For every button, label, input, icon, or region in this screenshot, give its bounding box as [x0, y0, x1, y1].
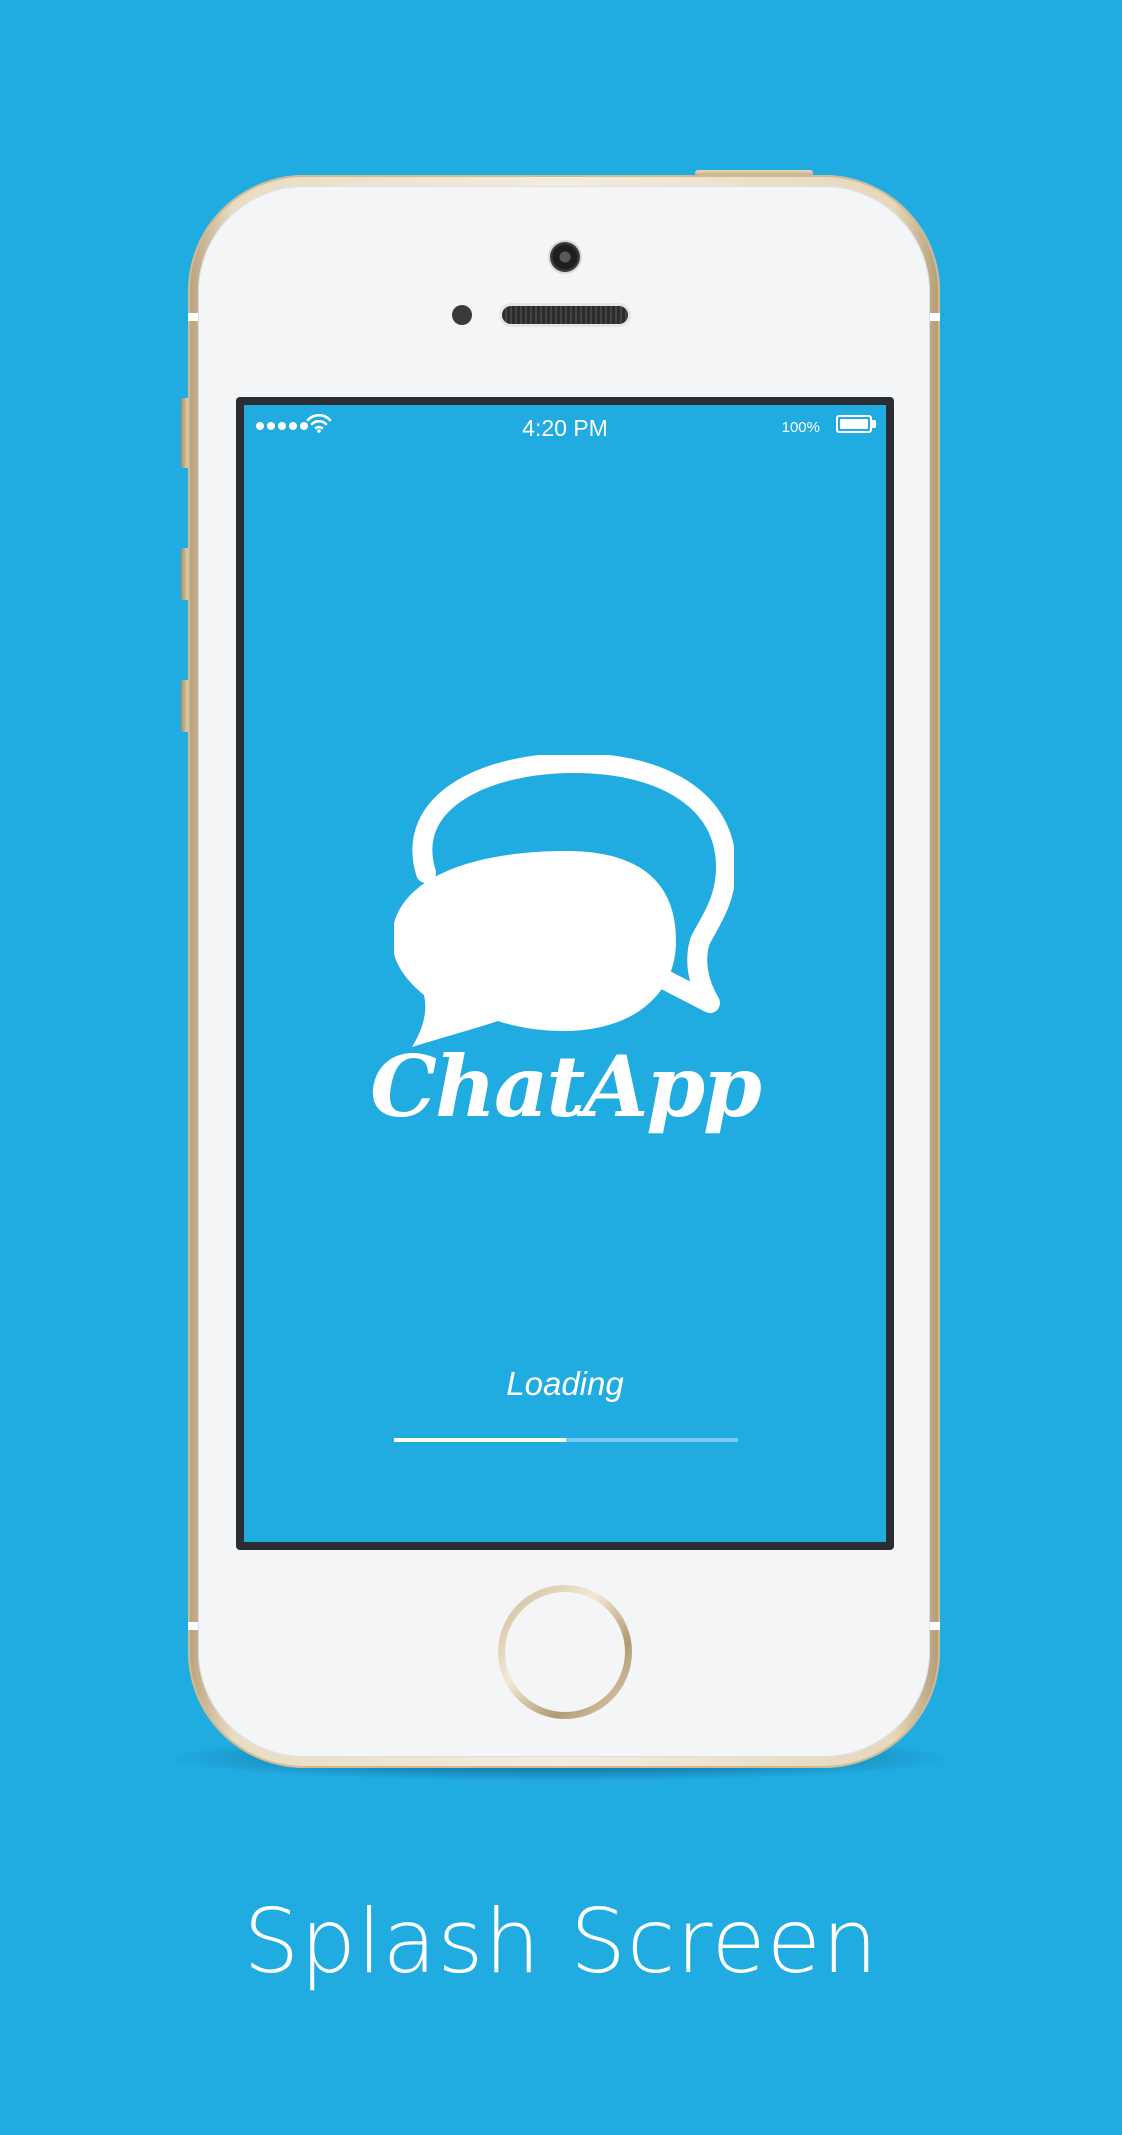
chat-bubbles-icon: [394, 755, 734, 1047]
page-caption: Splash Screen: [243, 1890, 879, 1993]
splash-screen: 4:20 PM 100% ChatApp Loading: [244, 405, 886, 1542]
earpiece-speaker: [502, 306, 628, 324]
battery-icon: [836, 415, 872, 433]
antenna-line: [188, 1622, 198, 1630]
battery-percent: 100%: [781, 419, 820, 436]
antenna-line: [930, 1622, 940, 1630]
home-button[interactable]: [498, 1585, 632, 1719]
antenna-line: [188, 313, 198, 321]
loading-progress-fill: [394, 1438, 566, 1442]
antenna-line: [930, 313, 940, 321]
loading-label: Loading: [506, 1365, 624, 1402]
status-bar: 4:20 PM 100%: [244, 405, 886, 445]
battery-tip: [872, 420, 876, 428]
proximity-sensor: [452, 305, 472, 325]
home-button-face: [505, 1592, 625, 1712]
front-camera: [550, 242, 580, 272]
app-name: ChatApp: [370, 1037, 762, 1136]
loading-progress-bar: [394, 1438, 738, 1442]
